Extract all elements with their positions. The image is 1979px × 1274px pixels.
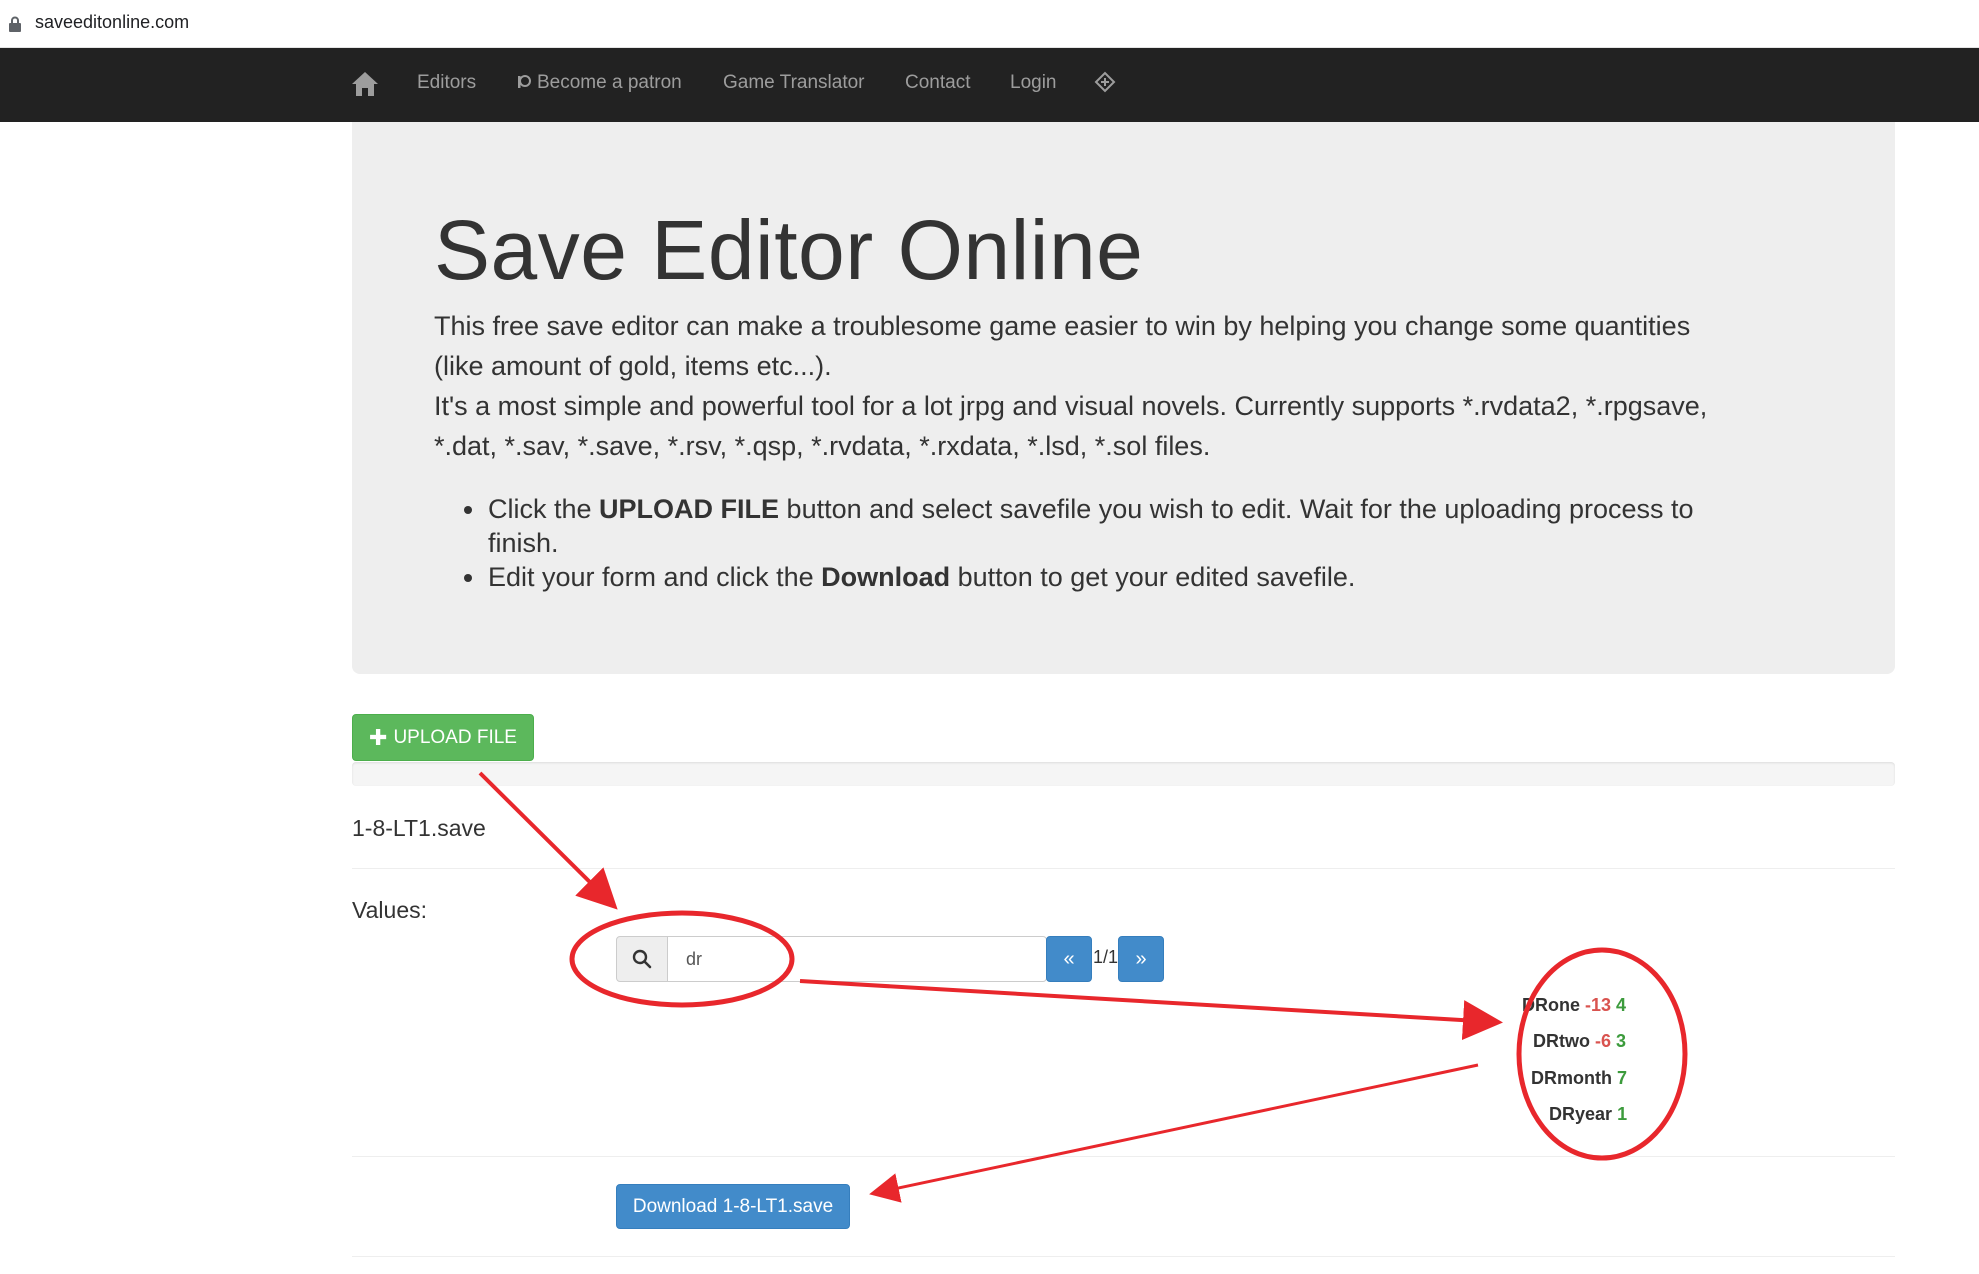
instruction-item-2: Edit your form and click the Download bu…: [434, 560, 1834, 594]
nav-game-translator[interactable]: Game Translator: [723, 72, 865, 94]
instruction-2-strong: Download: [821, 562, 951, 592]
hero-description-2: It's a most simple and powerful tool for…: [434, 386, 1834, 466]
value-new[interactable]: 3: [1616, 1031, 1626, 1051]
value-row: DRyear 1: [1549, 1104, 1627, 1125]
prev-page-button[interactable]: «: [1046, 936, 1092, 982]
arrow-search-to-values: [799, 979, 1503, 1041]
value-row: DRmonth 7: [1531, 1068, 1627, 1089]
hero-desc-2-line1: It's a most simple and powerful tool for…: [434, 391, 1708, 421]
values-label: Values:: [352, 897, 428, 923]
nav-editors[interactable]: Editors: [417, 72, 476, 94]
hero-desc-1-line1: This free save editor can make a trouble…: [434, 311, 1691, 341]
value-name: DRmonth: [1531, 1068, 1612, 1088]
top-navbar: Editors Become a patron Game Translator …: [0, 48, 1979, 122]
upload-file-label: UPLOAD FILE: [393, 726, 517, 748]
hero-description-1: This free save editor can make a trouble…: [434, 306, 1834, 386]
instruction-item-1: Click the UPLOAD FILE button and select …: [434, 492, 1834, 560]
instruction-1-post: button and select savefile you wish to e…: [779, 494, 1694, 524]
nav-contact[interactable]: Contact: [905, 72, 970, 94]
highlight-ellipse-values: [1516, 947, 1688, 1161]
instruction-1-strong: UPLOAD FILE: [599, 494, 780, 524]
home-icon[interactable]: [350, 70, 380, 98]
instruction-list: Click the UPLOAD FILE button and select …: [434, 492, 1834, 594]
divider: [352, 1156, 1895, 1157]
value-name: DRyear: [1549, 1104, 1613, 1124]
patreon-icon: [518, 75, 531, 88]
nav-become-patron[interactable]: Become a patron: [516, 72, 682, 94]
instruction-2-pre: Edit your form and click the: [488, 562, 822, 592]
divider: [352, 868, 1895, 869]
divider: [352, 1256, 1895, 1257]
value-name: DRone: [1522, 995, 1580, 1015]
upload-file-button[interactable]: ✚ UPLOAD FILE: [352, 714, 534, 761]
hero-desc-1-line2: (like amount of gold, items etc...).: [434, 351, 832, 381]
upload-progress-bar: [352, 762, 1895, 786]
value-new[interactable]: 1: [1617, 1104, 1627, 1124]
value-new[interactable]: 7: [1617, 1068, 1627, 1088]
value-name: DRtwo: [1533, 1031, 1590, 1051]
arrow-upload-to-search: [478, 771, 618, 910]
hero-desc-2-line2: *.dat, *.sav, *.save, *.rsv, *.qsp, *.rv…: [434, 431, 1211, 461]
instruction-1-cont: finish.: [488, 528, 559, 558]
page-indicator: 1/1: [1093, 947, 1119, 967]
next-page-button[interactable]: »: [1118, 936, 1164, 982]
search-icon: [632, 949, 652, 969]
search-input[interactable]: [667, 936, 1047, 982]
search-addon: [616, 936, 668, 982]
browser-url-bar[interactable]: saveeditonline.com: [0, 0, 1979, 48]
instruction-2-post: button to get your edited savefile.: [950, 562, 1356, 592]
plus-icon: ✚: [369, 724, 388, 750]
value-old: -6: [1595, 1031, 1612, 1051]
instruction-1-pre: Click the: [488, 494, 600, 524]
translate-icon[interactable]: [1093, 70, 1117, 94]
value-row: DRtwo -6 3: [1533, 1031, 1626, 1052]
page-title: Save Editor Online: [434, 203, 1144, 297]
value-row: DRone -13 4: [1522, 995, 1626, 1016]
file-name: 1-8-LT1.save: [352, 815, 486, 841]
nav-patron-label: Become a patron: [537, 72, 682, 93]
value-old: -13: [1585, 995, 1612, 1015]
download-button[interactable]: Download 1-8-LT1.save: [616, 1184, 850, 1229]
lock-icon: [9, 16, 21, 32]
nav-login[interactable]: Login: [1010, 72, 1057, 94]
arrow-values-to-download: [869, 1063, 1479, 1203]
url-text[interactable]: saveeditonline.com: [35, 12, 189, 33]
value-new[interactable]: 4: [1616, 995, 1626, 1015]
hero-jumbotron: Save Editor Online This free save editor…: [352, 122, 1895, 674]
